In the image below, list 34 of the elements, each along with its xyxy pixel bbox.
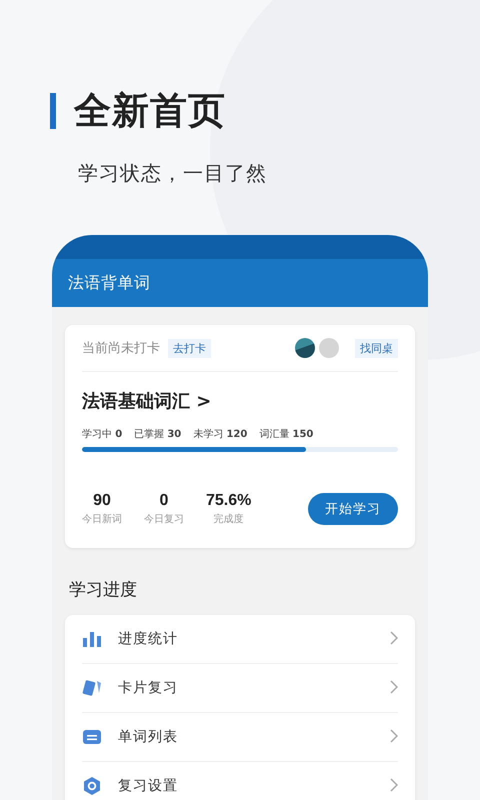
- stat-label: 完成度: [214, 512, 244, 526]
- chevron-icon: [390, 630, 398, 644]
- list-icon: [82, 729, 102, 745]
- settings-icon: [82, 776, 102, 796]
- checkin-link[interactable]: 去打卡: [168, 338, 211, 358]
- menu-item[interactable]: 复习设置: [118, 777, 178, 795]
- bar-chart-icon: [82, 631, 102, 647]
- stat-label: 今日新词: [82, 512, 122, 526]
- promo-subtitle: 学习状态，一目了然: [78, 160, 268, 187]
- avatar: [295, 338, 315, 358]
- checkin-status: 当前尚未打卡: [82, 340, 160, 357]
- stat-label: 今日复习: [144, 513, 184, 526]
- count-label: 词汇量 150: [259, 428, 314, 441]
- chevron-icon: [390, 680, 398, 694]
- find-partner-link[interactable]: 找同桌: [355, 338, 398, 358]
- cards-icon: [82, 679, 102, 697]
- count-label: 学习中 0: [82, 428, 122, 441]
- section-title: 学习进度: [69, 579, 138, 601]
- menu-item[interactable]: 卡片复习: [118, 679, 178, 697]
- stat-value: 90: [93, 492, 111, 510]
- wordbook-title[interactable]: 法语基础词汇 >: [82, 389, 212, 413]
- count-label: 已掌握 30: [134, 428, 182, 441]
- start-study-button[interactable]: 开始学习: [308, 493, 398, 525]
- menu-item[interactable]: 单词列表: [118, 728, 178, 746]
- stat-value: 0: [160, 492, 168, 510]
- avatar: [319, 338, 339, 358]
- app-title: 法语背单词: [68, 272, 150, 294]
- menu-item[interactable]: 进度统计: [118, 630, 178, 648]
- count-label: 未学习 120: [193, 428, 248, 441]
- stat-value: 75.6%: [206, 492, 252, 510]
- accent-bar: [50, 93, 56, 129]
- chevron-icon: [390, 728, 398, 742]
- chevron-icon: [390, 778, 398, 792]
- promo-title: 全新首页: [74, 88, 226, 134]
